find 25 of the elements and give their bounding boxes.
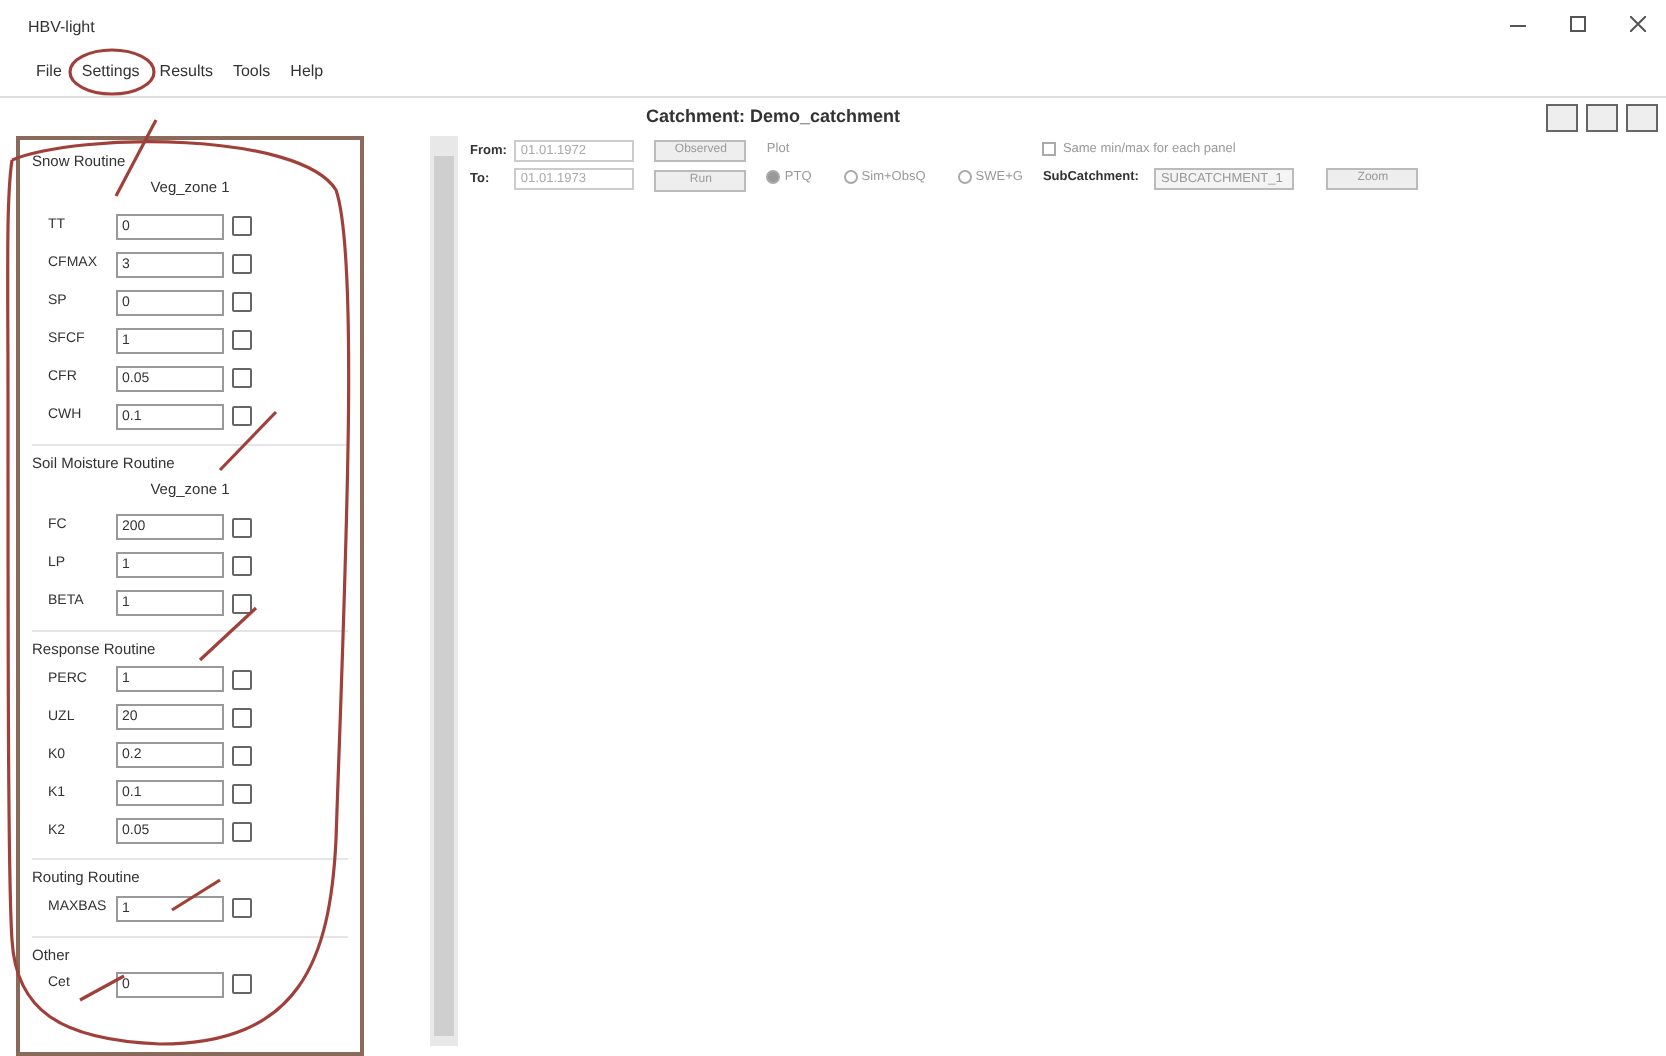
checkbox[interactable] bbox=[232, 216, 252, 236]
checkbox[interactable] bbox=[232, 707, 252, 728]
checkbox[interactable] bbox=[232, 330, 252, 350]
window-title: HBV-light bbox=[28, 16, 95, 40]
scrollbar[interactable] bbox=[430, 136, 458, 1046]
checkbox[interactable] bbox=[232, 555, 252, 575]
menu-item[interactable]: Tools bbox=[232, 60, 271, 96]
checkbox[interactable] bbox=[232, 406, 252, 426]
checkbox[interactable] bbox=[232, 669, 252, 690]
checkbox[interactable] bbox=[232, 821, 252, 842]
menu-item[interactable]: Results bbox=[159, 60, 213, 96]
close-icon[interactable] bbox=[1630, 16, 1646, 32]
menu-item[interactable]: Help bbox=[290, 60, 324, 96]
checkbox[interactable] bbox=[232, 783, 252, 804]
checkbox[interactable] bbox=[232, 593, 252, 613]
checkbox[interactable] bbox=[232, 745, 252, 766]
maximize-icon[interactable] bbox=[1570, 16, 1586, 32]
checkbox[interactable] bbox=[232, 898, 252, 918]
catchment-title: Catchment: Demo_catchment bbox=[643, 103, 903, 130]
checkbox[interactable] bbox=[232, 254, 252, 274]
checkbox[interactable] bbox=[232, 974, 252, 995]
checkbox[interactable] bbox=[232, 368, 252, 388]
checkbox[interactable] bbox=[232, 292, 252, 312]
menu-item[interactable]: File bbox=[36, 60, 62, 96]
checkbox[interactable] bbox=[232, 517, 252, 537]
